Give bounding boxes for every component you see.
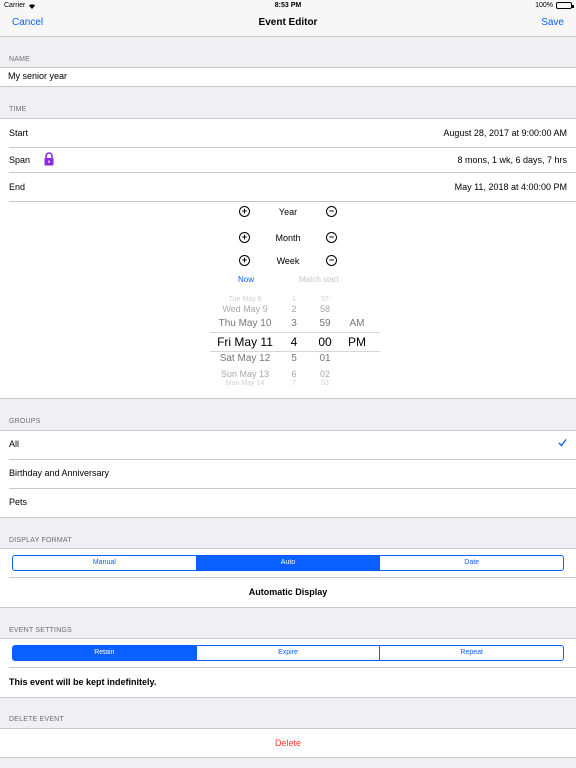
year-label: Year [278, 207, 298, 217]
divider [0, 67, 576, 68]
status-bar: Carrier 8:53 PM 100% [0, 0, 576, 12]
picker-hour[interactable]: 5 [284, 353, 304, 364]
checkmark-icon [558, 439, 567, 447]
now-button[interactable]: Now [238, 275, 254, 284]
picker-hour[interactable]: 6 [284, 369, 304, 379]
divider [0, 757, 576, 758]
week-minus-button[interactable]: − [326, 255, 337, 266]
name-field-row[interactable]: My senior year [0, 67, 576, 86]
status-right: 100% [535, 2, 574, 9]
divider [9, 172, 576, 173]
divider [0, 430, 576, 431]
week-plus-button[interactable]: + [239, 255, 250, 266]
group-item-all[interactable]: All [9, 439, 19, 449]
group-item-birthday[interactable]: Birthday and Anniversary [9, 468, 109, 478]
start-label: Start [9, 128, 29, 138]
event-settings-description: This event will be kept indefinitely. [9, 677, 157, 687]
status-time: 8:53 PM [274, 2, 302, 9]
event-settings-section-header: EVENT SETTINGS [9, 627, 72, 634]
picker-minute[interactable]: 59 [313, 318, 337, 329]
divider [9, 667, 576, 668]
divider [0, 118, 576, 119]
groups-section-header: GROUPS [9, 418, 41, 425]
month-label: Month [275, 233, 301, 243]
divider [9, 488, 576, 489]
segment-repeat[interactable]: Repeat [380, 646, 563, 660]
end-value[interactable]: May 11, 2018 at 4:00:00 PM [455, 182, 567, 192]
end-label: End [9, 182, 26, 192]
start-value[interactable]: August 28, 2017 at 9:00:00 AM [443, 128, 567, 138]
divider [0, 548, 576, 549]
divider [0, 638, 576, 639]
picker-minute[interactable]: 01 [313, 353, 337, 364]
divider [0, 398, 576, 399]
month-plus-button[interactable]: + [239, 232, 250, 243]
name-section-header: NAME [9, 56, 31, 63]
picker-day[interactable]: Tue May 8 [205, 296, 285, 303]
divider [9, 201, 576, 202]
segment-expire[interactable]: Expire [197, 646, 381, 660]
battery-icon [556, 2, 574, 9]
picker-day[interactable]: Wed May 9 [205, 304, 285, 314]
picker-hour[interactable]: 3 [284, 318, 304, 329]
picker-minute[interactable]: 57 [313, 296, 337, 303]
picker-minute[interactable]: 02 [313, 369, 337, 379]
display-format-description: Automatic Display [248, 587, 328, 597]
page-title: Event Editor [258, 17, 318, 28]
picker-hour[interactable]: 7 [284, 380, 304, 387]
divider [9, 459, 576, 460]
divider [0, 607, 576, 608]
segment-retain[interactable]: Retain [13, 646, 197, 660]
picker-am[interactable]: AM [343, 318, 371, 329]
week-label: Week [276, 256, 300, 266]
lock-icon[interactable] [43, 152, 55, 166]
delete-button[interactable]: Delete [0, 738, 576, 748]
picker-hour[interactable]: 1 [284, 296, 304, 303]
time-section-header: TIME [9, 106, 27, 113]
name-input[interactable]: My senior year [8, 71, 67, 81]
divider [0, 517, 576, 518]
span-value: 8 mons, 1 wk, 6 days, 7 hrs [457, 155, 567, 165]
picker-pm-selected[interactable]: PM [343, 335, 371, 349]
match-start-button: Match start [299, 275, 339, 284]
delete-event-section-header: DELETE EVENT [9, 716, 64, 723]
divider [0, 697, 576, 698]
week-stepper: + Week − [0, 254, 576, 274]
segment-date[interactable]: Date [380, 556, 563, 570]
divider [9, 147, 576, 148]
year-minus-button[interactable]: − [326, 206, 337, 217]
segment-manual[interactable]: Manual [13, 556, 197, 570]
span-label: Span [9, 155, 31, 165]
month-minus-button[interactable]: − [326, 232, 337, 243]
picker-day[interactable]: Sun May 13 [205, 369, 285, 379]
picker-hour[interactable]: 2 [284, 304, 304, 314]
navigation-bar: Cancel Event Editor Save [0, 12, 576, 37]
divider [0, 86, 576, 87]
event-settings-segmented-control[interactable]: Retain Expire Repeat [12, 645, 564, 661]
divider [9, 577, 576, 578]
save-button[interactable]: Save [541, 17, 564, 28]
display-format-segmented-control[interactable]: Manual Auto Date [12, 555, 564, 571]
year-plus-button[interactable]: + [239, 206, 250, 217]
picker-day-selected[interactable]: Fri May 11 [205, 335, 285, 349]
display-format-section-header: DISPLAY FORMAT [9, 537, 72, 544]
battery-percent: 100% [535, 2, 553, 9]
year-stepper: + Year − [0, 205, 576, 225]
group-item-pets[interactable]: Pets [9, 497, 27, 507]
picker-day[interactable]: Mon May 14 [205, 380, 285, 387]
picker-day[interactable]: Thu May 10 [205, 318, 285, 329]
picker-hour-selected[interactable]: 4 [284, 335, 304, 349]
picker-day[interactable]: Sat May 12 [205, 353, 285, 364]
picker-minute[interactable]: 58 [313, 304, 337, 314]
date-picker[interactable]: Tue May 8 Wed May 9 Thu May 10 Fri May 1… [200, 293, 380, 388]
picker-minute[interactable]: 03 [313, 380, 337, 387]
month-stepper: + Month − [0, 231, 576, 251]
segment-auto[interactable]: Auto [196, 556, 381, 570]
picker-minute-selected[interactable]: 00 [313, 335, 337, 349]
divider [0, 728, 576, 729]
